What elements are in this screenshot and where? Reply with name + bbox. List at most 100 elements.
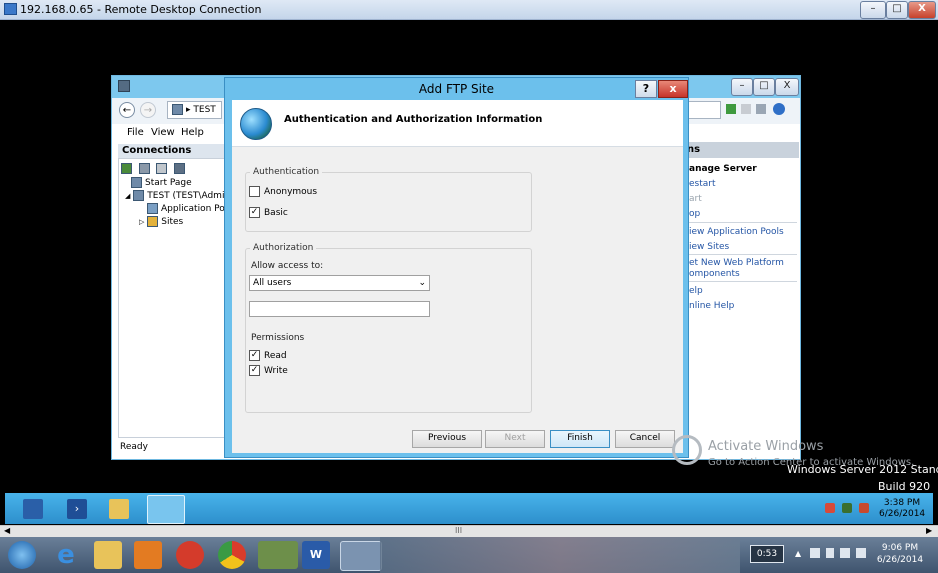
dialog-close-button[interactable]: x xyxy=(658,80,688,98)
permissions-label: Permissions xyxy=(251,333,305,343)
menu-view[interactable]: View xyxy=(151,127,175,138)
remote-desktop-icon xyxy=(4,3,17,15)
flag-icon[interactable] xyxy=(810,548,820,558)
disconnect-icon[interactable] xyxy=(173,162,185,174)
explorer-folder-icon[interactable] xyxy=(109,499,129,519)
taskbar-background-art xyxy=(380,537,740,573)
local-date: 6/26/2014 xyxy=(876,555,924,565)
explorer-folder-icon[interactable] xyxy=(94,541,122,569)
sites-folder-icon xyxy=(147,216,159,227)
help-icon[interactable] xyxy=(773,103,785,115)
action-components[interactable]: omponents xyxy=(689,269,740,279)
volume-icon[interactable] xyxy=(856,548,866,558)
authentication-legend: Authentication xyxy=(253,167,320,177)
rdc-close-button[interactable]: X xyxy=(908,1,936,19)
anonymous-checkbox[interactable]: Anonymous xyxy=(249,186,317,197)
next-button[interactable]: Next xyxy=(485,430,545,448)
read-checkbox[interactable]: ✓ Read xyxy=(249,350,287,361)
up-icon[interactable] xyxy=(156,162,167,174)
address-bar-tail[interactable] xyxy=(687,101,721,119)
write-label: Write xyxy=(264,366,288,376)
basic-checkbox[interactable]: ✓ Basic xyxy=(249,207,288,218)
chrome-icon[interactable] xyxy=(218,541,246,569)
action-view-app-pools[interactable]: iew Application Pools xyxy=(689,227,784,237)
internet-explorer-icon[interactable]: e xyxy=(52,541,80,569)
action-restart[interactable]: estart xyxy=(689,179,716,189)
rdc-maximize-button[interactable]: □ xyxy=(886,1,908,19)
action-online-help[interactable]: nline Help xyxy=(689,301,734,311)
iis-minimize-button[interactable]: – xyxy=(731,78,753,96)
server-manager-icon[interactable] xyxy=(23,499,43,519)
scroll-left-icon[interactable]: ◀ xyxy=(4,526,10,535)
rdc-minimize-button[interactable]: – xyxy=(860,1,886,19)
expand-arrow-icon[interactable]: ▷ xyxy=(139,218,144,226)
action-help[interactable]: elp xyxy=(689,286,703,296)
refresh-icon[interactable] xyxy=(726,104,736,114)
server-icon xyxy=(133,190,145,201)
dialog-header: Authentication and Authorization Informa… xyxy=(232,100,683,146)
remote-clock[interactable]: 3:38 PM 6/26/2014 xyxy=(879,498,925,520)
read-label: Read xyxy=(264,351,287,361)
power-icon[interactable] xyxy=(826,548,834,558)
scroll-grip[interactable]: III xyxy=(455,526,462,535)
write-checkbox[interactable]: ✓ Write xyxy=(249,365,288,376)
tree-item-start-page[interactable]: Start Page xyxy=(131,177,192,188)
authorization-legend: Authorization xyxy=(253,243,314,253)
anonymous-box[interactable] xyxy=(249,186,260,197)
action-web-platform[interactable]: et New Web Platform xyxy=(689,258,784,268)
action-stop[interactable]: op xyxy=(689,209,700,219)
scroll-right-icon[interactable]: ▶ xyxy=(926,526,932,535)
network-icon[interactable] xyxy=(840,548,850,558)
show-hidden-icons-icon[interactable]: ▲ xyxy=(795,549,803,558)
network-icon[interactable] xyxy=(842,503,852,513)
start-page-icon xyxy=(131,177,142,188)
address-bar[interactable]: ▸ TEST xyxy=(167,101,222,119)
allow-access-input[interactable] xyxy=(249,301,430,317)
horizontal-scrollbar[interactable]: ◀ III ▶ xyxy=(0,525,938,537)
watermark-activate: Activate Windows xyxy=(708,439,824,454)
iis-app-icon xyxy=(118,80,130,92)
tree-item-sites[interactable]: ▷ Sites xyxy=(139,216,183,227)
write-box[interactable]: ✓ xyxy=(249,365,260,376)
media-player-icon[interactable] xyxy=(134,541,162,569)
save-icon[interactable] xyxy=(138,162,150,174)
forward-arrow-icon[interactable]: → xyxy=(140,102,156,118)
basic-label: Basic xyxy=(264,208,288,218)
word-icon[interactable]: W xyxy=(302,541,330,569)
add-ftp-site-dialog: Add FTP Site ? x Authentication and Auth… xyxy=(224,77,689,458)
iis-manager-icon[interactable] xyxy=(147,495,185,524)
home-icon[interactable] xyxy=(756,104,766,114)
local-clock[interactable]: 9:06 PM 6/26/2014 xyxy=(870,542,930,566)
iis-maximize-button[interactable]: □ xyxy=(753,78,775,96)
action-center-icon[interactable] xyxy=(825,503,835,513)
remote-taskbar: › 3:38 PM 6/26/2014 xyxy=(5,493,933,524)
basic-box[interactable]: ✓ xyxy=(249,207,260,218)
tree-label: Sites xyxy=(161,217,184,227)
dialog-title: Add FTP Site xyxy=(418,82,495,96)
read-box[interactable]: ✓ xyxy=(249,350,260,361)
menu-file[interactable]: File xyxy=(127,127,144,138)
finish-button[interactable]: Finish xyxy=(550,430,610,448)
chevron-down-icon: ⌄ xyxy=(418,278,426,288)
remote-desktop-icon[interactable] xyxy=(340,541,382,571)
allow-access-select[interactable]: All users ⌄ xyxy=(249,275,430,291)
action-start: art xyxy=(689,194,702,204)
cancel-button[interactable]: Cancel xyxy=(615,430,675,448)
app-pools-icon xyxy=(147,203,158,214)
battery-meter[interactable]: 0:53 xyxy=(750,545,784,563)
powershell-icon[interactable]: › xyxy=(67,499,87,519)
iis-close-button[interactable]: X xyxy=(775,78,799,96)
action-view-sites[interactable]: iew Sites xyxy=(689,242,729,252)
chrome-alt-icon[interactable] xyxy=(176,541,204,569)
previous-button[interactable]: Previous xyxy=(412,430,482,448)
stop-icon[interactable] xyxy=(741,104,751,114)
start-orb-icon[interactable] xyxy=(8,541,36,569)
picture-icon[interactable] xyxy=(258,541,298,569)
menu-help[interactable]: Help xyxy=(181,127,204,138)
back-arrow-icon[interactable]: ← xyxy=(119,102,135,118)
collapse-arrow-icon[interactable]: ◢ xyxy=(125,192,130,200)
volume-icon[interactable] xyxy=(859,503,869,513)
address-arrow: ▸ xyxy=(186,105,191,115)
connect-icon[interactable] xyxy=(121,162,132,174)
dialog-help-button[interactable]: ? xyxy=(635,80,657,98)
